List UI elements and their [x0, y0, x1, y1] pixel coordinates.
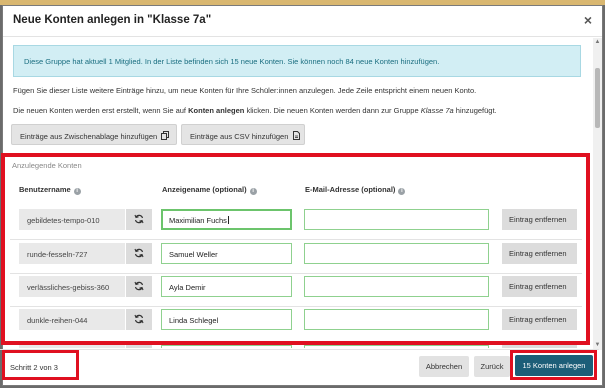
column-header-email: E-Mail-Adresse (optional) i — [305, 185, 406, 195]
copy-icon — [161, 131, 170, 140]
dialog-title: Neue Konten anlegen in "Klasse 7a" — [13, 14, 212, 26]
column-header-username: Benutzername i — [19, 185, 81, 195]
row-divider — [10, 273, 582, 274]
remove-button-partial — [502, 345, 577, 348]
email-input[interactable] — [304, 276, 489, 297]
display-name-input[interactable]: Samuel Weller — [161, 243, 292, 264]
scroll-up-icon[interactable]: ▲ — [593, 38, 602, 47]
info-icon[interactable]: i — [249, 188, 257, 195]
column-header-email-label: E-Mail-Adresse (optional) — [305, 185, 396, 194]
remove-entry-button[interactable]: Eintrag entfernen — [502, 243, 577, 264]
display-name-input-partial — [161, 345, 292, 348]
scrollbar[interactable]: ▲ ▼ — [593, 38, 602, 350]
refresh-icon — [134, 248, 144, 258]
account-row: dunkle-reihen-044 Linda Schlegel Eintrag… — [0, 309, 590, 339]
row-divider — [10, 239, 582, 240]
refresh-icon — [134, 214, 144, 224]
regenerate-username-button[interactable] — [126, 243, 152, 264]
regenerate-button-partial — [126, 345, 152, 348]
intro-hint-group: Klasse 7a — [420, 106, 454, 115]
username-field: runde-fesseln-727 — [19, 243, 125, 264]
column-header-display-name-label: Anzeigename (optional) — [162, 185, 247, 194]
intro-text: Fügen Sie dieser Liste weitere Einträge … — [13, 86, 477, 95]
intro-hint-part: Die neuen Konten werden erst erstellt, w… — [13, 106, 189, 115]
username-field: verlässliches-gebiss-360 — [19, 276, 125, 297]
email-input[interactable] — [304, 243, 489, 264]
info-icon[interactable]: i — [73, 188, 81, 195]
column-header-display-name: Anzeigename (optional) i — [162, 185, 257, 195]
file-icon — [292, 131, 300, 140]
intro-hint-emphasis: Konten anlegen — [188, 106, 245, 115]
account-row: verlässliches-gebiss-360 Ayla Demir Eint… — [0, 276, 590, 307]
add-from-csv-label: Einträge aus CSV hinzufügen — [190, 132, 289, 141]
column-header-username-label: Benutzername — [19, 185, 71, 194]
section-label: Anzulegende Konten — [12, 161, 82, 170]
remove-entry-button[interactable]: Eintrag entfernen — [502, 309, 577, 330]
regenerate-username-button[interactable] — [126, 309, 152, 330]
regenerate-username-button[interactable] — [126, 276, 152, 297]
remove-entry-button[interactable]: Eintrag entfernen — [502, 276, 577, 297]
refresh-icon — [134, 281, 144, 291]
add-from-clipboard-button[interactable]: Einträge aus Zwischenablage hinzufügen — [11, 124, 177, 145]
email-input[interactable] — [304, 209, 489, 230]
username-field: gebildetes-tempo-010 — [19, 209, 125, 230]
display-name-input[interactable]: Maximilian Fuchs — [161, 209, 292, 230]
email-input-partial — [304, 345, 489, 348]
display-name-input[interactable]: Ayla Demir — [161, 276, 292, 297]
intro-hint: Die neuen Konten werden erst erstellt, w… — [13, 106, 497, 115]
remove-entry-button[interactable]: Eintrag entfernen — [502, 209, 577, 230]
account-row: gebildetes-tempo-010 Maximilian Fuchs Ei… — [0, 209, 590, 240]
text-cursor — [227, 216, 229, 224]
refresh-icon — [134, 314, 144, 324]
row-divider — [10, 306, 582, 307]
info-alert: Diese Gruppe hat aktuell 1 Mitglied. In … — [13, 45, 581, 77]
create-accounts-button[interactable]: 15 Konten anlegen — [515, 355, 593, 376]
intro-hint-part: klicken. Die neuen Konten werden dann zu… — [244, 106, 421, 115]
intro-hint-part: hinzugefügt. — [453, 106, 497, 115]
username-field-partial — [19, 345, 125, 348]
username-field: dunkle-reihen-044 — [19, 309, 125, 330]
dialog-header: Neue Konten anlegen in "Klasse 7a" × — [3, 6, 602, 37]
add-from-clipboard-label: Einträge aus Zwischenablage hinzufügen — [20, 132, 158, 141]
email-input[interactable] — [304, 309, 489, 330]
back-button[interactable]: Zurück — [474, 356, 510, 377]
account-row: runde-fesseln-727 Samuel Weller Eintrag … — [0, 243, 590, 274]
display-name-input[interactable]: Linda Schlegel — [161, 309, 292, 330]
add-from-csv-button[interactable]: Einträge aus CSV hinzufügen — [181, 124, 305, 145]
next-row-partial — [0, 345, 590, 348]
info-icon[interactable]: i — [398, 188, 406, 195]
close-icon[interactable]: × — [584, 12, 592, 28]
display-name-value: Maximilian Fuchs — [169, 216, 227, 225]
regenerate-username-button[interactable] — [126, 209, 152, 230]
cancel-button[interactable]: Abbrechen — [419, 356, 469, 377]
step-indicator: Schritt 2 von 3 — [2, 350, 79, 380]
scrollbar-thumb[interactable] — [595, 68, 600, 128]
